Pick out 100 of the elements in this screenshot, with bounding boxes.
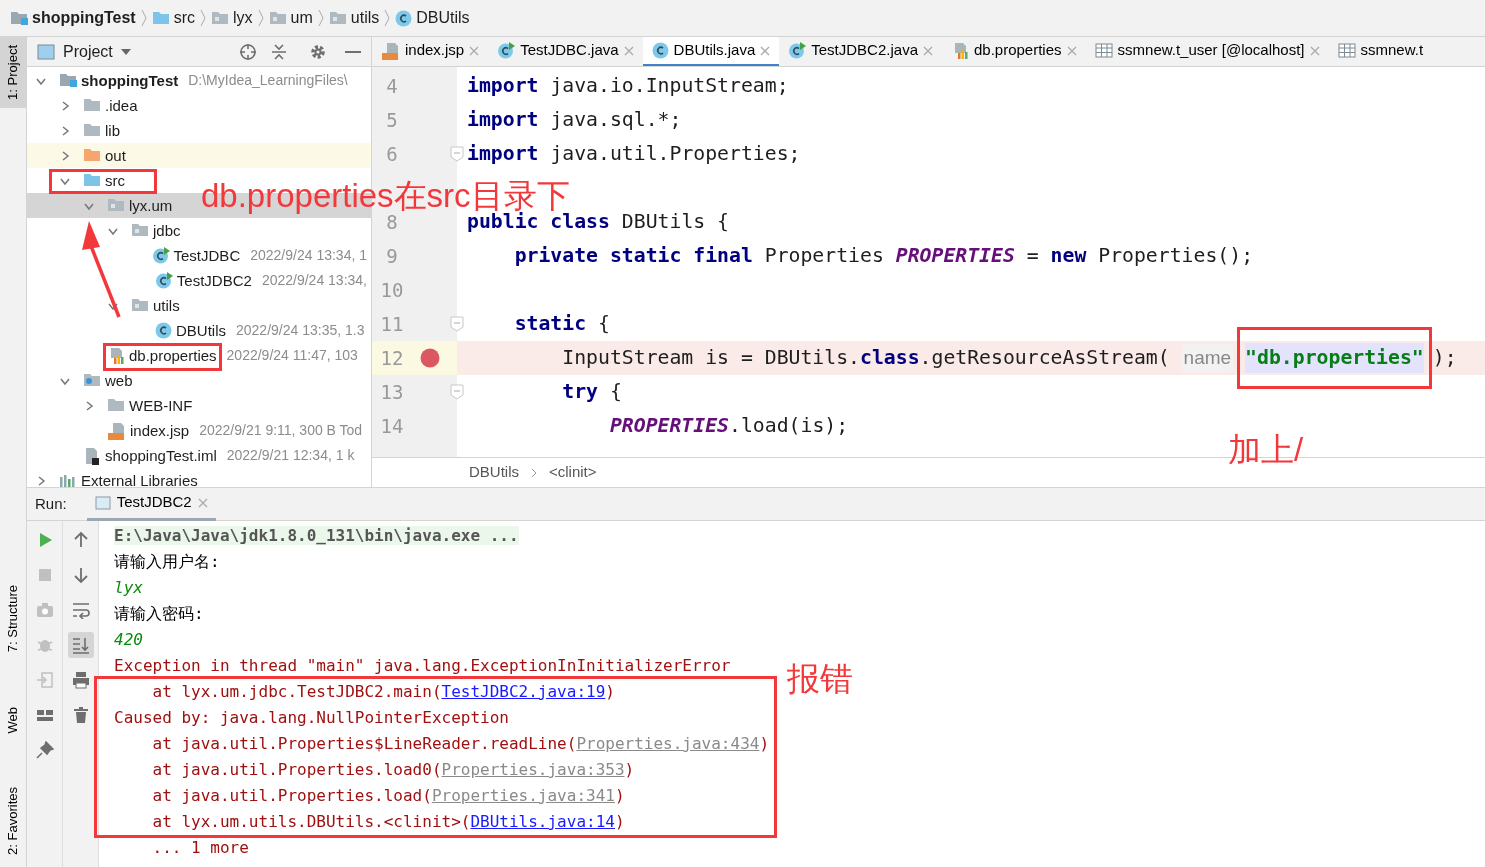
- source-link[interactable]: TestJDBC2.java:19: [441, 682, 606, 701]
- line-number: 10: [379, 277, 405, 303]
- console-line: at java.util.Properties$LineReader.readLine(Properties.java:434): [151, 733, 770, 755]
- line-number: 9: [385, 243, 399, 269]
- chevron-separator-icon: [139, 8, 148, 28]
- folder-icon: [83, 149, 101, 162]
- caret-icon: [120, 48, 131, 55]
- package-icon: [131, 299, 149, 312]
- breadcrumb-item[interactable]: DBUtils: [416, 6, 470, 30]
- breadcrumb-item[interactable]: lyx: [233, 6, 253, 30]
- code-line: PROPERTIES.load(is);: [608, 413, 850, 440]
- tree-item[interactable]: TestJDBC: [173, 246, 241, 265]
- close-icon: [923, 45, 933, 56]
- tool-window-tab[interactable]: Web: [0, 698, 27, 742]
- folder-icon: [83, 99, 101, 112]
- module-file-icon: [83, 446, 101, 465]
- chevron-separator-icon: [199, 8, 208, 28]
- tree-item[interactable]: db.properties: [129, 346, 217, 365]
- tree-item[interactable]: WEB-INF: [129, 396, 193, 415]
- class-icon: [155, 322, 172, 339]
- class-icon: [651, 42, 669, 59]
- line-number: 6: [385, 141, 399, 167]
- source-link[interactable]: Properties.java:341: [431, 786, 615, 805]
- code-line: import java.sql.*;: [466, 107, 683, 134]
- panel-label: Run:: [35, 493, 67, 514]
- file-info: 2022/9/24 13:35, 1.3: [236, 321, 365, 340]
- chevron-separator-icon: [256, 8, 265, 28]
- editor-tab[interactable]: ssmnew.t: [1328, 37, 1433, 66]
- parameter-hint: name: [1181, 343, 1234, 373]
- tool-window-tab[interactable]: 1: Project: [0, 37, 27, 108]
- collapse-all-icon: [271, 42, 287, 61]
- console-line: at java.util.Properties.load(Properties.java:341): [151, 785, 625, 807]
- editor-tab[interactable]: TestJDBC2.java: [779, 37, 942, 66]
- tree-item[interactable]: lib: [105, 121, 120, 140]
- console-line: 420: [114, 629, 143, 651]
- run-tab[interactable]: TestJDBC2: [86, 487, 216, 521]
- tree-item[interactable]: shoppingTest: [81, 71, 179, 90]
- runnable-class-icon: [151, 247, 170, 264]
- source-link[interactable]: DBUtils.java:14: [470, 812, 615, 831]
- chevron-separator-icon: [383, 8, 392, 28]
- console-line: Caused by: java.lang.NullPointerException: [114, 707, 509, 729]
- package-icon: [328, 11, 347, 25]
- folder-icon: [151, 11, 170, 25]
- code-line: public class DBUtils {: [466, 210, 730, 236]
- tree-item[interactable]: utils: [153, 296, 180, 315]
- locate-icon: [239, 42, 257, 61]
- editor-tab[interactable]: TestJDBC.java: [488, 37, 643, 66]
- file-info: 2022/9/21 9:11, 300 B Tod: [199, 421, 363, 440]
- tree-item[interactable]: jdbc: [153, 221, 181, 240]
- folder-icon: [83, 174, 101, 187]
- editor-tab[interactable]: index.jsp: [372, 37, 489, 66]
- file-info: 2022/9/21 12:34, 1 k: [226, 446, 355, 465]
- view-dropdown[interactable]: Project: [63, 42, 131, 61]
- breadcrumb-item[interactable]: src: [173, 6, 196, 30]
- console-icon: [94, 495, 111, 510]
- tree-item[interactable]: .idea: [105, 96, 138, 115]
- chevron-separator-icon: [316, 8, 325, 28]
- annotation-note: db.properties在src目录下: [201, 179, 570, 212]
- jsp-file-icon: [107, 421, 126, 440]
- tree-item[interactable]: out: [105, 146, 126, 165]
- line-number: 5: [385, 107, 399, 133]
- table-icon: [1337, 43, 1356, 58]
- tree-item[interactable]: DBUtils: [176, 321, 226, 340]
- tree-item[interactable]: src: [105, 171, 125, 190]
- code-line: static {: [513, 311, 611, 338]
- editor-tab[interactable]: DBUtils.java: [642, 37, 780, 66]
- scroll-to-end-icon[interactable]: [67, 632, 94, 658]
- breadcrumb-item[interactable]: shoppingTest: [32, 6, 136, 30]
- breadcrumb-item[interactable]: <clinit>: [549, 461, 597, 484]
- code-line: import java.util.Properties;: [466, 141, 802, 168]
- breadcrumb-item[interactable]: utils: [350, 6, 380, 30]
- annotation-note: 报错: [787, 662, 854, 695]
- breadcrumb-item[interactable]: DBUtils: [469, 461, 519, 484]
- line-number: 14: [379, 413, 405, 439]
- editor-tab[interactable]: ssmnew.t_user [@localhost]: [1085, 37, 1329, 66]
- line-number: 12: [379, 345, 405, 371]
- runnable-class-icon: [497, 42, 516, 59]
- tree-item[interactable]: index.jsp: [130, 421, 190, 440]
- editor-tab[interactable]: db.properties: [942, 37, 1086, 66]
- close-icon: [623, 45, 634, 56]
- breakpoint-icon[interactable]: [420, 348, 440, 368]
- console-line: Exception in thread "main" java.lang.ExceptionInInitializerError: [114, 655, 731, 677]
- package-icon: [107, 199, 125, 212]
- tree-item[interactable]: web: [105, 371, 133, 390]
- tree-item[interactable]: shoppingTest.iml: [105, 446, 217, 465]
- tool-window-tab[interactable]: 7: Structure: [0, 577, 27, 661]
- console-line: at java.util.Properties.load0(Properties.java:353): [151, 759, 635, 781]
- console-line: at lyx.um.utils.DBUtils.<clinit>(DBUtils.java:14): [151, 811, 625, 833]
- close-icon: [1066, 45, 1077, 56]
- tool-window-tab[interactable]: 2: Favorites: [0, 779, 27, 863]
- package-icon: [268, 11, 287, 25]
- folder-icon: [83, 124, 101, 137]
- settings-icon: [309, 42, 327, 61]
- tree-item[interactable]: External Libraries: [81, 471, 198, 487]
- file-info: 2022/9/24 13:34,: [261, 271, 367, 290]
- tree-item[interactable]: lyx.um: [129, 196, 173, 215]
- breadcrumb-item[interactable]: um: [290, 6, 313, 30]
- tree-item[interactable]: TestJDBC2: [176, 271, 252, 290]
- folder-icon: [107, 399, 125, 412]
- table-icon: [1094, 43, 1113, 58]
